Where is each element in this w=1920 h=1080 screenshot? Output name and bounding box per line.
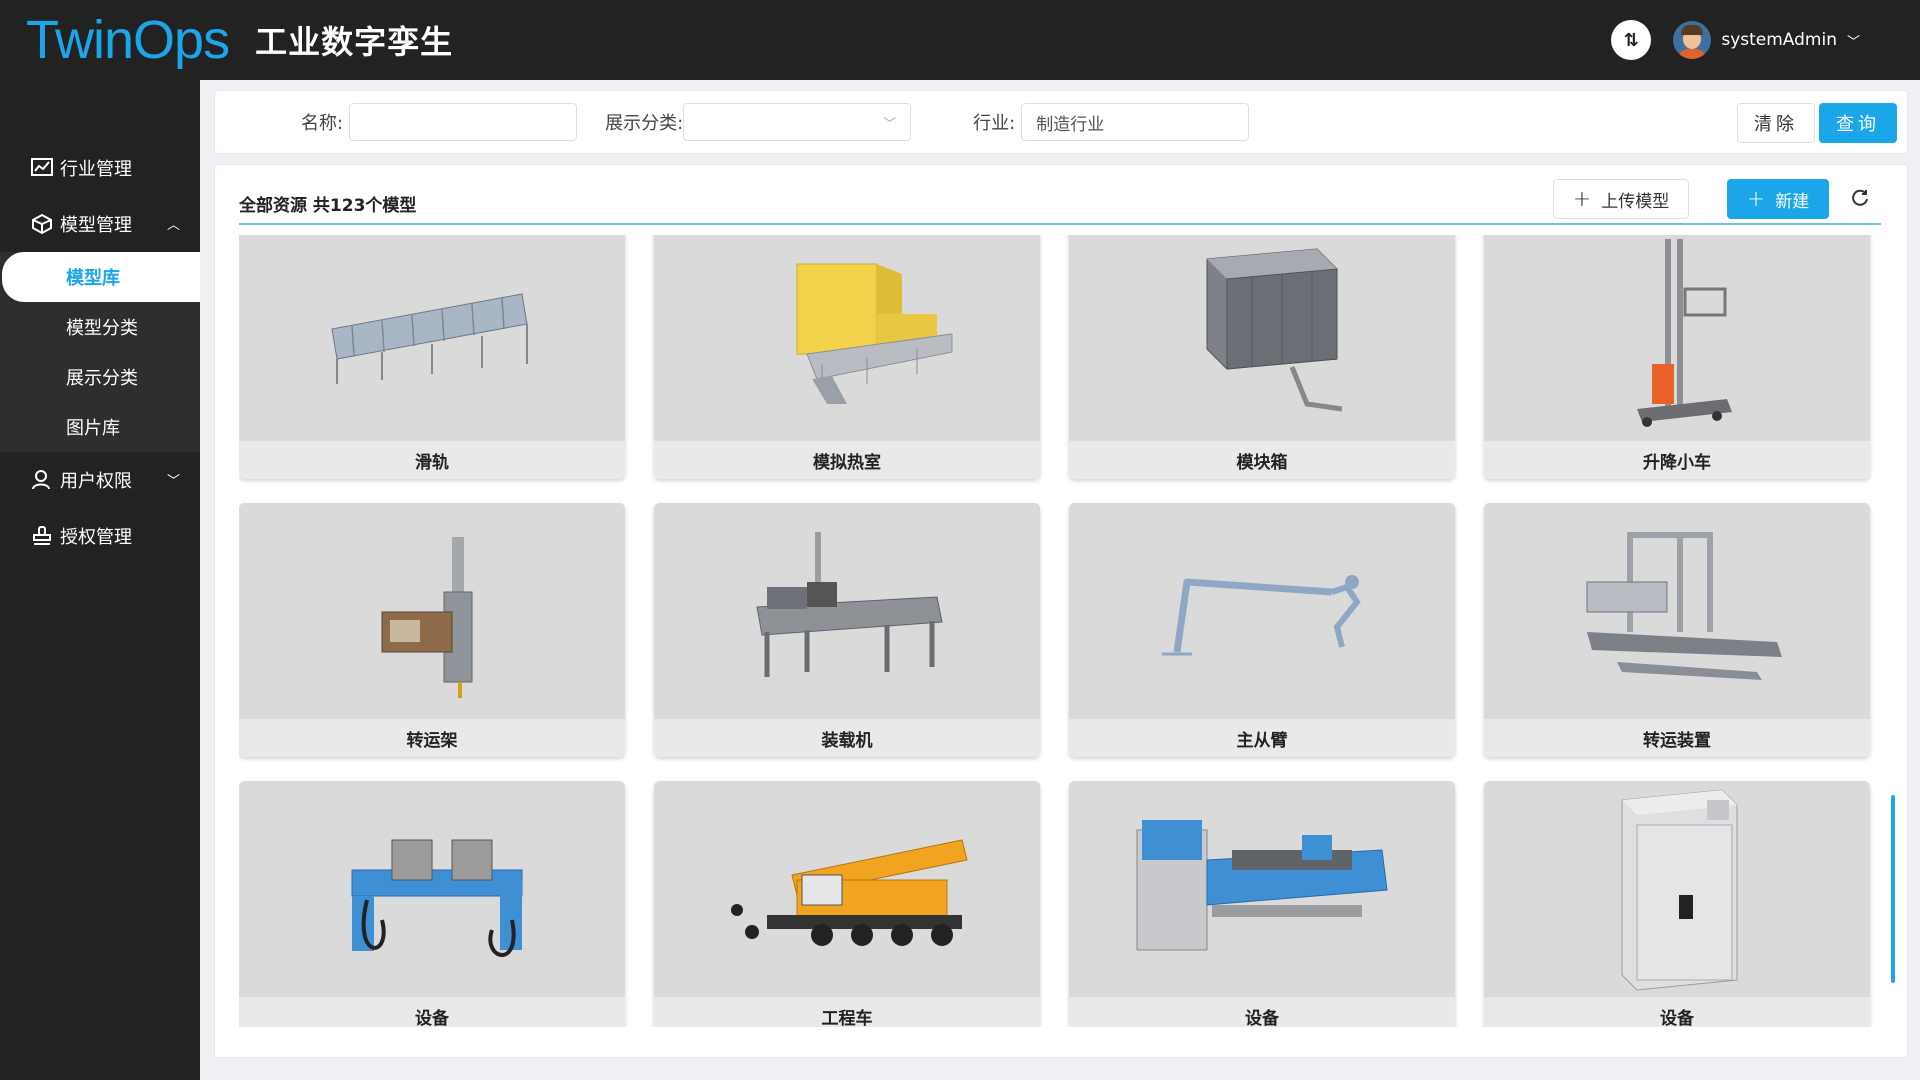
- model-thumbnail: [654, 503, 1040, 721]
- user-name[interactable]: systemAdmin: [1721, 30, 1837, 50]
- model-grid: 滑轨 模拟热室 模块箱 升降小车 转运架 装载机 主从臂 转运装置 设备 工程车…: [239, 235, 1870, 1027]
- model-name: 设备: [239, 997, 625, 1027]
- upload-label: 上传模型: [1601, 191, 1670, 212]
- name-label: 名称:: [301, 113, 344, 134]
- model-thumbnail: [239, 235, 625, 443]
- plus-icon: +: [1572, 186, 1592, 212]
- model-submenu: 模型库 模型分类 展示分类 图片库: [0, 252, 200, 452]
- model-name: 转运架: [239, 719, 625, 757]
- vertical-scrollbar[interactable]: [1891, 795, 1895, 983]
- sidebar-item-label: 模型管理: [60, 215, 132, 236]
- model-name: 滑轨: [239, 441, 625, 479]
- model-name: 转运装置: [1484, 719, 1870, 757]
- model-thumbnail: [1484, 781, 1870, 999]
- model-name: 主从臂: [1069, 719, 1455, 757]
- model-card[interactable]: 模拟热室: [654, 235, 1040, 479]
- model-name: 模块箱: [1069, 441, 1455, 479]
- sidebar-subitem-display-category[interactable]: 展示分类: [0, 352, 200, 402]
- chevron-down-icon[interactable]: ﹀: [1847, 31, 1860, 50]
- category-label: 展示分类:: [605, 113, 684, 134]
- panel-title: 全部资源 共123个模型: [239, 196, 417, 216]
- name-input[interactable]: [349, 103, 578, 141]
- model-card[interactable]: 模块箱: [1069, 235, 1455, 479]
- sidebar-item-model[interactable]: 模型管理 ︿: [0, 196, 200, 252]
- model-name: 设备: [1484, 997, 1870, 1027]
- plus-icon: +: [1746, 186, 1766, 212]
- model-thumbnail: [239, 503, 625, 721]
- model-name: 设备: [1069, 997, 1455, 1027]
- model-thumbnail: [1484, 235, 1870, 443]
- sidebar-item-user-permission[interactable]: 用户权限 ﹀: [0, 452, 200, 508]
- query-button[interactable]: 查询: [1819, 103, 1897, 143]
- industry-input[interactable]: 制造行业: [1021, 103, 1250, 141]
- model-card[interactable]: 升降小车: [1484, 235, 1870, 479]
- category-select[interactable]: ﹀: [683, 103, 912, 141]
- clear-button[interactable]: 清除: [1737, 103, 1815, 143]
- model-card[interactable]: 滑轨: [239, 235, 625, 479]
- sidebar-subitem-image-library[interactable]: 图片库: [0, 402, 200, 452]
- model-grid-viewport: 滑轨 模拟热室 模块箱 升降小车 转运架 装载机 主从臂 转运装置 设备 工程车…: [239, 235, 1889, 1027]
- new-label: 新建: [1775, 191, 1810, 212]
- model-card[interactable]: 设备: [239, 781, 625, 1027]
- upload-model-button[interactable]: + 上传模型: [1553, 179, 1689, 219]
- filter-bar: 名称: 展示分类: ﹀ 行业: 制造行业 清除 查询: [214, 90, 1908, 154]
- model-thumbnail: [1484, 503, 1870, 721]
- avatar[interactable]: [1673, 21, 1712, 59]
- sidebar-item-label: 授权管理: [60, 527, 132, 548]
- user-icon: [30, 468, 54, 492]
- sidebar-item-industry[interactable]: 行业管理: [0, 140, 200, 196]
- model-icon: [30, 212, 54, 236]
- model-name: 升降小车: [1484, 441, 1870, 479]
- model-card[interactable]: 主从臂: [1069, 503, 1455, 757]
- model-name: 工程车: [654, 997, 1040, 1027]
- model-panel: 全部资源 共123个模型 + 上传模型 + 新建 滑轨 模拟热室 模块箱 升降小…: [214, 164, 1908, 1058]
- model-thumbnail: [1069, 503, 1455, 721]
- chevron-down-icon: ﹀: [883, 117, 897, 132]
- chevron-up-icon: ︿: [166, 218, 180, 233]
- model-name: 模拟热室: [654, 441, 1040, 479]
- sidebar-item-authorization[interactable]: 授权管理: [0, 508, 200, 564]
- stamp-icon: [30, 524, 54, 548]
- sidebar-subitem-model-library[interactable]: 模型库: [2, 252, 200, 302]
- model-thumbnail: [654, 781, 1040, 999]
- header-right: ⇅ systemAdmin ﹀: [1611, 0, 1860, 80]
- sidebar-subitem-model-category[interactable]: 模型分类: [0, 302, 200, 352]
- refresh-icon[interactable]: [1847, 185, 1873, 211]
- model-name: 装载机: [654, 719, 1040, 757]
- sidebar-item-label: 行业管理: [60, 159, 132, 180]
- model-card[interactable]: 工程车: [654, 781, 1040, 1027]
- new-button[interactable]: + 新建: [1727, 179, 1829, 219]
- sort-icon[interactable]: ⇅: [1611, 20, 1652, 60]
- chevron-down-icon: ﹀: [166, 474, 180, 489]
- model-card[interactable]: 设备: [1484, 781, 1870, 1027]
- panel-header: 全部资源 共123个模型 + 上传模型 + 新建: [239, 179, 1881, 225]
- model-card[interactable]: 转运装置: [1484, 503, 1870, 757]
- model-card[interactable]: 设备: [1069, 781, 1455, 1027]
- model-card[interactable]: 转运架: [239, 503, 625, 757]
- model-thumbnail: [239, 781, 625, 999]
- sidebar: 行业管理 模型管理 ︿ 模型库 模型分类 展示分类 图片库 用户权限 ﹀ 授权管…: [0, 80, 200, 1080]
- model-thumbnail: [1069, 235, 1455, 443]
- industry-label: 行业:: [973, 113, 1016, 134]
- model-card[interactable]: 装载机: [654, 503, 1040, 757]
- logo: TwinOps: [26, 10, 230, 70]
- chart-icon: [30, 156, 54, 180]
- model-thumbnail: [1069, 781, 1455, 999]
- model-thumbnail: [654, 235, 1040, 443]
- sidebar-item-label: 用户权限: [60, 471, 132, 492]
- top-header: TwinOps 工业数字孪生 ⇅ systemAdmin ﹀: [0, 0, 1920, 80]
- app-title: 工业数字孪生: [255, 23, 454, 61]
